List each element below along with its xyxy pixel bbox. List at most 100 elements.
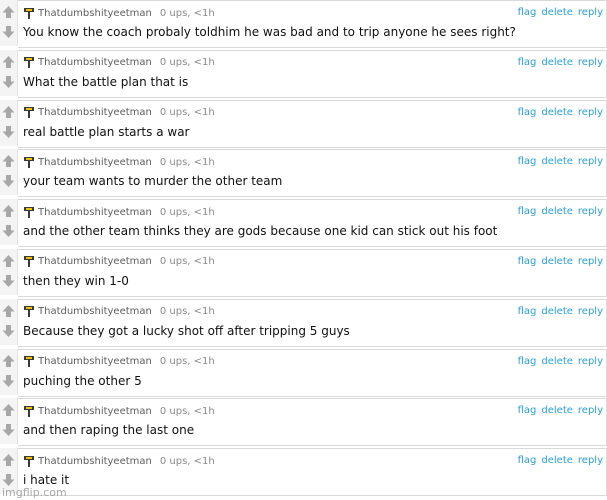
comment-meta: Thatdumbshityeetman 0 ups, <1h: [23, 305, 215, 319]
downvote-arrow-icon[interactable]: [2, 74, 15, 88]
comment-meta: Thatdumbshityeetman 0 ups, <1h: [23, 404, 215, 418]
downvote-arrow-icon[interactable]: [2, 124, 15, 138]
downvote-arrow-icon[interactable]: [2, 373, 15, 387]
delete-link[interactable]: delete: [541, 206, 573, 217]
username-link[interactable]: Thatdumbshityeetman: [38, 157, 152, 168]
reply-link[interactable]: reply: [578, 206, 603, 217]
flair-icon: [23, 305, 35, 318]
username-link[interactable]: Thatdumbshityeetman: [38, 107, 152, 118]
reply-link[interactable]: reply: [578, 306, 603, 317]
downvote-arrow-icon[interactable]: [2, 173, 15, 188]
upvote-count: 0 ups, <1h: [159, 405, 215, 417]
downvote-arrow-icon[interactable]: [2, 422, 15, 437]
comment-meta: Thatdumbshityeetman 0 ups, <1h: [23, 155, 215, 169]
delete-link[interactable]: delete: [541, 356, 573, 367]
comment-meta: Thatdumbshityeetman 0 ups, <1h: [23, 106, 215, 120]
comment-body: Thatdumbshityeetman 0 ups, <1h flag dele…: [18, 298, 607, 347]
downvote-arrow-icon[interactable]: [2, 24, 15, 38]
comment-text: and then raping the last one: [23, 423, 195, 438]
vote-column: [0, 398, 18, 445]
comment-meta: Thatdumbshityeetman 0 ups, <1h: [23, 454, 215, 468]
downvote-arrow-icon[interactable]: [2, 323, 15, 337]
flair-icon: [23, 455, 35, 468]
comment: Thatdumbshityeetman 0 ups, <1h flag dele…: [0, 49, 607, 100]
username-link[interactable]: Thatdumbshityeetman: [38, 207, 152, 218]
comment-text: your team wants to murder the other team: [23, 174, 283, 189]
reply-link[interactable]: reply: [578, 256, 603, 267]
comment-body: Thatdumbshityeetman 0 ups, <1h flag dele…: [18, 99, 607, 148]
flair-icon: [23, 106, 35, 119]
flag-link[interactable]: flag: [518, 306, 537, 317]
delete-link[interactable]: delete: [541, 156, 573, 167]
flag-link[interactable]: flag: [518, 7, 537, 18]
delete-link[interactable]: delete: [541, 306, 573, 317]
comment-body: Thatdumbshityeetman 0 ups, <1h flag dele…: [18, 398, 607, 447]
flair-icon: [23, 56, 35, 69]
reply-link[interactable]: reply: [578, 107, 603, 118]
flag-link[interactable]: flag: [518, 156, 537, 167]
username-link[interactable]: Thatdumbshityeetman: [38, 256, 152, 267]
upvote-arrow-icon[interactable]: [2, 104, 15, 118]
comment-meta: Thatdumbshityeetman 0 ups, <1h: [23, 56, 215, 70]
username-link[interactable]: Thatdumbshityeetman: [38, 306, 152, 317]
upvote-arrow-icon[interactable]: [2, 203, 15, 218]
comment-body: Thatdumbshityeetman 0 ups, <1h flag dele…: [18, 49, 607, 98]
upvote-arrow-icon[interactable]: [2, 402, 15, 417]
watermark: imgflip.com: [2, 486, 67, 499]
delete-link[interactable]: delete: [541, 256, 573, 267]
username-link[interactable]: Thatdumbshityeetman: [38, 406, 152, 417]
reply-link[interactable]: reply: [578, 57, 603, 68]
flair-icon: [23, 7, 35, 20]
flair-icon: [23, 405, 35, 418]
username-link[interactable]: Thatdumbshityeetman: [38, 456, 152, 467]
upvote-count: 0 ups, <1h: [159, 107, 215, 119]
delete-link[interactable]: delete: [541, 57, 573, 68]
downvote-arrow-icon[interactable]: [2, 273, 15, 287]
delete-link[interactable]: delete: [541, 107, 573, 118]
flair-icon: [23, 355, 35, 368]
upvote-count: 0 ups, <1h: [159, 57, 215, 69]
comment-meta: Thatdumbshityeetman 0 ups, <1h: [23, 205, 215, 219]
flag-link[interactable]: flag: [518, 356, 537, 367]
comment-actions: flag delete reply: [518, 405, 603, 416]
flag-link[interactable]: flag: [518, 57, 537, 68]
comment-text: puching the other 5: [23, 373, 142, 388]
vote-column: [0, 149, 18, 196]
username-link[interactable]: Thatdumbshityeetman: [38, 8, 152, 19]
downvote-arrow-icon[interactable]: [2, 472, 15, 487]
comment: Thatdumbshityeetman 0 ups, <1h flag dele…: [0, 0, 607, 50]
upvote-arrow-icon[interactable]: [2, 253, 15, 267]
reply-link[interactable]: reply: [578, 156, 603, 167]
reply-link[interactable]: reply: [578, 7, 603, 18]
flag-link[interactable]: flag: [518, 107, 537, 118]
delete-link[interactable]: delete: [541, 455, 573, 466]
flag-link[interactable]: flag: [518, 206, 537, 217]
upvote-arrow-icon[interactable]: [2, 452, 15, 467]
upvote-count: 0 ups, <1h: [159, 455, 215, 467]
upvote-count: 0 ups, <1h: [159, 306, 215, 318]
username-link[interactable]: Thatdumbshityeetman: [38, 57, 152, 68]
reply-link[interactable]: reply: [578, 405, 603, 416]
flag-link[interactable]: flag: [518, 256, 537, 267]
comment: Thatdumbshityeetman 0 ups, <1h flag dele…: [0, 348, 607, 399]
vote-column: [0, 298, 18, 345]
downvote-arrow-icon[interactable]: [2, 223, 15, 238]
comment: Thatdumbshityeetman 0 ups, <1h flag dele…: [0, 298, 607, 349]
username-link[interactable]: Thatdumbshityeetman: [38, 356, 152, 367]
upvote-arrow-icon[interactable]: [2, 353, 15, 367]
comment: Thatdumbshityeetman 0 ups, <1h flag dele…: [0, 199, 607, 249]
upvote-arrow-icon[interactable]: [2, 54, 15, 68]
upvote-arrow-icon[interactable]: [2, 153, 15, 168]
upvote-arrow-icon[interactable]: [2, 303, 15, 317]
flag-link[interactable]: flag: [518, 455, 537, 466]
vote-column: [0, 199, 18, 246]
reply-link[interactable]: reply: [578, 455, 603, 466]
vote-column: [0, 99, 18, 146]
delete-link[interactable]: delete: [541, 7, 573, 18]
flag-link[interactable]: flag: [518, 405, 537, 416]
upvote-arrow-icon[interactable]: [2, 4, 15, 18]
reply-link[interactable]: reply: [578, 356, 603, 367]
delete-link[interactable]: delete: [541, 405, 573, 416]
flair-icon: [23, 255, 35, 268]
upvote-count: 0 ups, <1h: [159, 7, 215, 19]
